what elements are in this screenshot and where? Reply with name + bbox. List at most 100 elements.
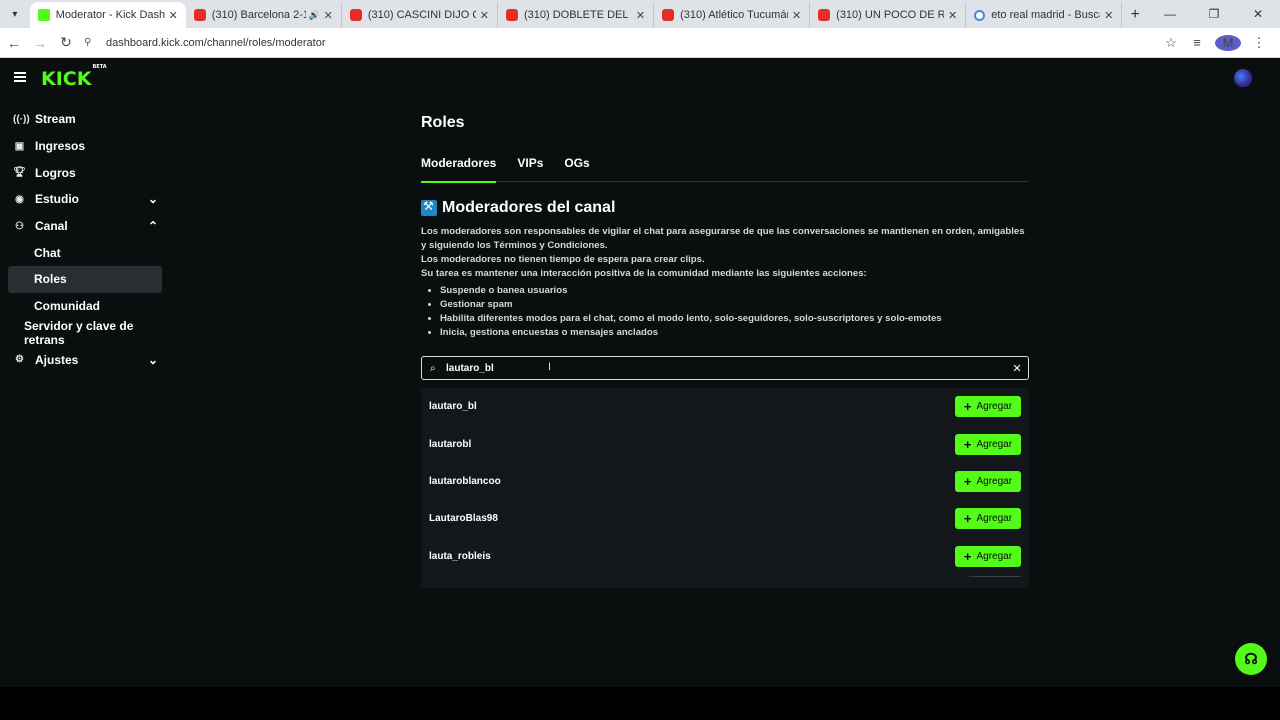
sidebar-item-logros[interactable]: 🏆︎ Logros	[0, 159, 170, 186]
close-icon[interactable]: ✕	[1104, 9, 1113, 22]
close-window-icon[interactable]: ✕	[1236, 7, 1280, 21]
moderator-sword-icon	[421, 199, 437, 216]
kick-logo[interactable]: KICKBETA	[41, 64, 107, 90]
minimize-icon[interactable]: —	[1148, 7, 1192, 21]
add-moderator-button[interactable]: + Agregar	[955, 433, 1021, 455]
plus-icon: +	[963, 473, 972, 489]
plus-icon: +	[963, 399, 972, 415]
sidebar-item-canal[interactable]: ⚇ Canal ⌃	[0, 213, 170, 240]
restore-icon[interactable]: ❐	[1192, 7, 1236, 21]
sidebar-item-label: Logros	[35, 165, 76, 180]
result-username: lautaro_bl	[429, 401, 477, 413]
site-info-icon[interactable]: ⚲	[84, 37, 100, 48]
tab-vips[interactable]: VIPs	[517, 156, 543, 182]
trophy-icon: 🏆︎	[13, 167, 26, 179]
sidebar-item-servidor[interactable]: Servidor y clave de retrans	[0, 319, 170, 347]
tab-title: (310) DOBLETE DEL FLACO LÓP	[523, 9, 632, 21]
add-label: Agregar	[976, 475, 1013, 487]
sidebar-item-ingresos[interactable]: ▣ Ingresos	[0, 133, 170, 160]
url-text: dashboard.kick.com/channel/roles/moderat…	[106, 36, 326, 49]
result-username: LautaroBlas98	[429, 513, 498, 525]
close-icon[interactable]: ✕	[792, 9, 801, 22]
speaker-icon[interactable]: 🔊	[308, 10, 319, 21]
roles-tabs: Moderadores VIPs OGs	[421, 156, 1029, 183]
add-label: Agregar	[976, 401, 1013, 413]
list-item: Suspende o banea usuarios	[440, 284, 942, 298]
window-controls: — ❐ ✕	[1148, 0, 1280, 28]
sidebar-item-label: Comunidad	[34, 299, 100, 314]
search-input[interactable]	[446, 362, 1006, 374]
close-icon[interactable]: ✕	[324, 9, 333, 22]
tab-title: eto real madrid - Buscar con G	[991, 9, 1100, 21]
reload-icon[interactable]: ↻	[54, 34, 78, 51]
support-chat-button[interactable]: ☊	[1235, 643, 1267, 675]
youtube-icon	[505, 9, 518, 21]
browser-tab-1[interactable]: (310) Barcelona 2-1 Arsenal 🔊 ✕	[186, 2, 342, 28]
sidebar-item-comunidad[interactable]: Comunidad	[0, 293, 170, 320]
add-label: Agregar	[976, 513, 1013, 525]
browser-tab-6[interactable]: eto real madrid - Buscar con G ✕	[966, 2, 1123, 28]
scroll-hint	[969, 576, 1021, 584]
list-item: LautaroBlas98 + Agregar	[421, 500, 1029, 537]
kick-icon	[37, 9, 50, 21]
section-title: Moderadores del canal	[442, 199, 616, 216]
tab-search-icon[interactable]: ▾	[4, 3, 26, 25]
bookmark-star-icon[interactable]: ☆	[1158, 35, 1184, 51]
profile-avatar[interactable]: M	[1215, 34, 1241, 51]
chevron-down-icon: ⌄	[147, 192, 158, 207]
close-icon[interactable]: ✕	[480, 9, 489, 22]
add-label: Agregar	[976, 438, 1013, 450]
tab-ogs[interactable]: OGs	[564, 156, 589, 182]
tab-title: (310) Barcelona 2-1 Arsenal	[211, 9, 307, 21]
plus-icon: +	[963, 548, 972, 564]
clear-search-icon[interactable]: ✕	[1006, 362, 1028, 375]
sidebar-item-label: Estudio	[35, 192, 79, 207]
url-field[interactable]: ⚲ dashboard.kick.com/channel/roles/moder…	[84, 32, 1158, 54]
broadcast-icon: ((·))	[13, 113, 30, 125]
browser-tab-5[interactable]: (310) UN POCO DE RUIDO! Pro ✕	[810, 2, 967, 28]
browser-tab-2[interactable]: (310) CASCINI DIJO QUE NO LE ✕	[342, 2, 498, 28]
close-icon[interactable]: ✕	[948, 9, 957, 22]
browser-tab-0[interactable]: Moderator - Kick Dashboard ✕	[29, 2, 186, 28]
browser-tab-4[interactable]: (310) Atlético Tucumán 2 - 3 N ✕	[654, 2, 811, 28]
list-item: Inicia, gestiona encuestas o mensajes an…	[440, 326, 942, 340]
kick-dashboard: KICKBETA ((·)) Stream ▣ Ingresos 🏆︎ Logr…	[0, 58, 1280, 687]
list-item: lautarobl + Agregar	[421, 425, 1029, 462]
chart-icon: ▣	[14, 140, 25, 152]
close-icon[interactable]: ✕	[169, 9, 178, 22]
forward-icon[interactable]: →	[28, 35, 52, 51]
add-moderator-button[interactable]: + Agregar	[955, 396, 1021, 418]
new-tab-button[interactable]: +	[1122, 2, 1148, 28]
headset-icon: ☊	[1244, 651, 1258, 668]
sidebar-item-chat[interactable]: Chat	[0, 239, 170, 266]
close-icon[interactable]: ✕	[636, 9, 645, 22]
menu-dots-icon[interactable]: ⋮	[1246, 35, 1272, 51]
gear-icon: ⚙	[15, 354, 24, 366]
sidebar-item-stream[interactable]: ((·)) Stream	[0, 106, 170, 133]
browser-tab-3[interactable]: (310) DOBLETE DEL FLACO LÓP ✕	[498, 2, 655, 28]
list-item: Habilita diferentes modos para el chat, …	[440, 312, 942, 326]
sidebar-item-label: Chat	[34, 245, 61, 260]
description-paragraph: Su tarea es mantener una interacción pos…	[421, 268, 867, 279]
result-username: lautaroblancoo	[429, 475, 501, 487]
sidebar-item-estudio[interactable]: ◉ Estudio ⌄	[0, 186, 170, 213]
back-icon[interactable]: ←	[2, 35, 26, 51]
user-search-box: ⌕ ✕	[421, 356, 1029, 380]
list-item: lautaroblancoo + Agregar	[421, 463, 1029, 500]
beta-badge: BETA	[92, 63, 107, 70]
add-moderator-button[interactable]: + Agregar	[955, 470, 1021, 492]
top-navbar: KICKBETA	[0, 58, 1280, 100]
tab-moderadores[interactable]: Moderadores	[421, 156, 497, 183]
sidebar-item-ajustes[interactable]: ⚙ Ajustes ⌄	[0, 346, 170, 373]
add-moderator-button[interactable]: + Agregar	[955, 545, 1021, 567]
hamburger-menu-icon[interactable]	[14, 72, 26, 82]
description-paragraph: Los moderadores no tienen tiempo de espe…	[421, 254, 705, 265]
address-bar-actions: ☆ ≡ M ⋮	[1158, 34, 1272, 51]
channel-icon: ⚇	[15, 220, 24, 232]
plus-icon: +	[963, 436, 972, 452]
user-avatar[interactable]	[1234, 69, 1252, 87]
media-controls-icon[interactable]: ≡	[1184, 35, 1210, 50]
sidebar-item-roles[interactable]: Roles	[8, 266, 162, 293]
plus-icon: +	[963, 511, 972, 527]
add-moderator-button[interactable]: + Agregar	[955, 508, 1021, 530]
